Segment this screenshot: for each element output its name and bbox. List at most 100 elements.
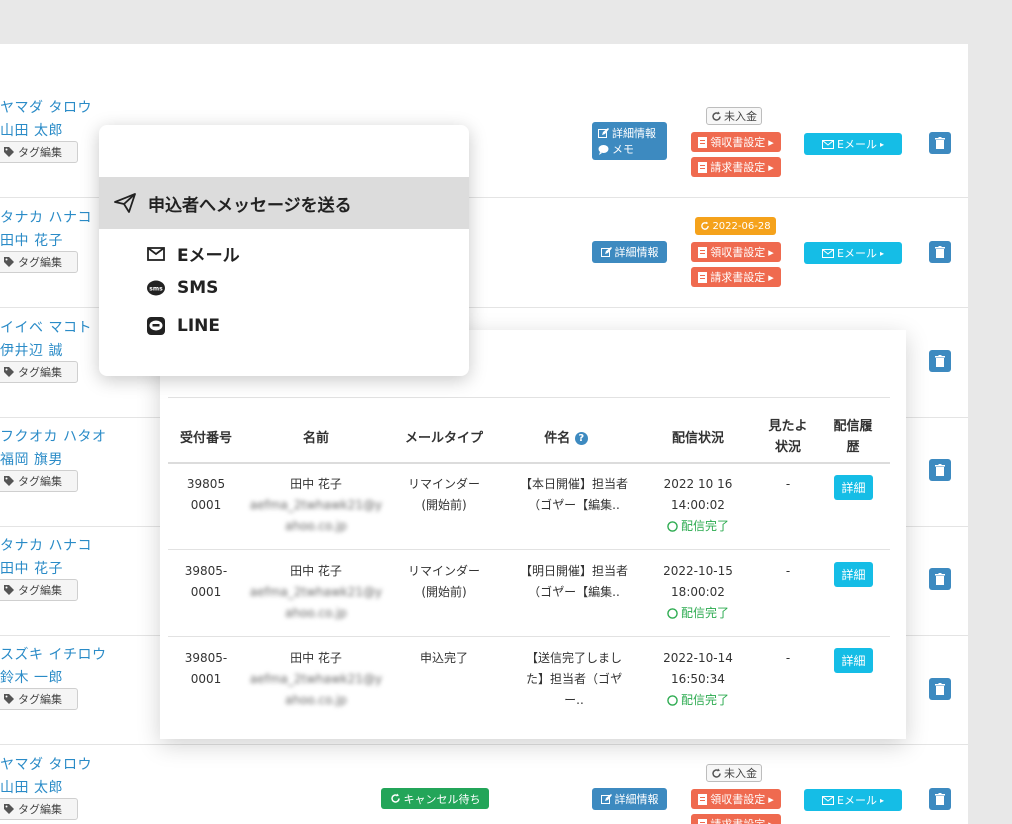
menu-header[interactable]: 申込者へメッセージを送る xyxy=(99,177,469,229)
name-kanji-link[interactable]: 田中 花子 xyxy=(0,558,63,578)
detail-button[interactable]: 詳細情報 xyxy=(592,788,667,810)
tag-icon xyxy=(3,366,15,378)
caret-right-icon: ▸ xyxy=(768,160,774,174)
document-icon xyxy=(698,136,708,148)
email-button[interactable]: Eメール ▸ xyxy=(804,242,902,264)
document-icon xyxy=(698,818,708,824)
refresh-icon xyxy=(700,221,710,231)
name-kanji-link[interactable]: 田中 花子 xyxy=(0,230,63,250)
log-subject: 【明日開催】担当者 （ゴヤ゙ー【編集.. xyxy=(519,564,628,599)
payment-date-badge: 2022-06-28 xyxy=(695,217,776,235)
menu-header-label: 申込者へメッセージを送る xyxy=(148,195,352,216)
divider xyxy=(168,549,890,550)
history-detail-button[interactable]: 詳細 xyxy=(834,475,873,500)
caret-right-icon: ▸ xyxy=(768,817,774,824)
help-icon[interactable]: ? xyxy=(574,432,588,445)
log-mail-type: リマインダー (開始前) xyxy=(407,477,480,512)
invoice-settings-button[interactable]: 請求書設定▸ xyxy=(691,157,781,177)
sms-icon: sms xyxy=(147,280,165,297)
caret-right-icon: ▸ xyxy=(768,792,774,806)
history-detail-button[interactable]: 詳細 xyxy=(834,562,873,587)
delete-button[interactable] xyxy=(929,132,951,154)
edit-icon xyxy=(600,793,612,805)
trash-icon xyxy=(935,573,945,585)
delete-button[interactable] xyxy=(929,241,951,263)
menu-item-sms[interactable]: sms SMS xyxy=(147,278,218,298)
log-subject: 【送信完了しまし た】担当者（ゴヤ゙ ー.. xyxy=(525,651,622,707)
name-kanji-link[interactable]: 山田 太郎 xyxy=(0,120,63,140)
log-seen-status: - xyxy=(785,477,791,491)
trash-icon xyxy=(935,683,945,695)
tag-icon xyxy=(3,475,15,487)
delete-button[interactable] xyxy=(929,678,951,700)
payment-status-badge: 未入金 xyxy=(706,107,762,125)
caret-right-icon: ▸ xyxy=(879,248,884,258)
email-button[interactable]: Eメール ▸ xyxy=(804,133,902,155)
caret-right-icon: ▸ xyxy=(879,795,884,805)
send-message-menu: 申込者へメッセージを送る Eメール sms SMS LINE xyxy=(99,125,469,376)
log-receipt-no: 39805 0001 xyxy=(186,477,226,512)
tag-icon xyxy=(3,803,15,815)
name-kanji-link[interactable]: 福岡 旗男 xyxy=(0,449,63,469)
tag-icon xyxy=(3,693,15,705)
menu-item-line[interactable]: LINE xyxy=(147,316,220,336)
name-kanji-link[interactable]: 伊井辺 誠 xyxy=(0,340,63,360)
name-kanji-link[interactable]: 鈴木 一郎 xyxy=(0,667,63,687)
envelope-icon xyxy=(822,795,835,805)
document-icon xyxy=(698,246,708,258)
tag-edit-button[interactable]: タグ編集 xyxy=(0,688,78,710)
caret-right-icon: ▸ xyxy=(768,245,774,259)
column-header-history: 配信履歴 xyxy=(833,419,873,455)
tag-edit-button[interactable]: タグ編集 xyxy=(0,361,78,383)
column-header-receipt-no: 受付番号 xyxy=(179,431,232,446)
column-header-seen-status: 見たよ 状況 xyxy=(768,419,808,455)
log-mail-type: 申込完了 xyxy=(419,651,468,665)
name-kana-link[interactable]: タナカ ハナコ xyxy=(0,207,92,227)
tag-edit-button[interactable]: タグ編集 xyxy=(0,798,78,820)
column-header-status: 配信状況 xyxy=(671,431,724,446)
trash-icon xyxy=(935,137,945,149)
column-header-name: 名前 xyxy=(302,431,329,446)
delete-button[interactable] xyxy=(929,459,951,481)
log-status: 2022-10-14 16:50:34 配信完了 xyxy=(663,651,733,707)
receipt-settings-button[interactable]: 領収書設定 ▸ xyxy=(691,242,781,262)
check-circle-icon xyxy=(667,695,678,706)
receipt-settings-button[interactable]: 領収書設定 ▸ xyxy=(691,132,781,152)
trash-icon xyxy=(935,355,945,367)
trash-icon xyxy=(935,246,945,258)
name-kana-link[interactable]: スズキ イチロウ xyxy=(0,644,106,664)
log-name: 田中 花子 aefma_2twhawk21@y ahoo.co.jp xyxy=(249,651,383,707)
detail-button[interactable]: 詳細情報 xyxy=(592,241,667,263)
name-kanji-link[interactable]: 山田 太郎 xyxy=(0,777,63,797)
invoice-settings-button[interactable]: 請求書設定▸ xyxy=(691,814,781,824)
caret-right-icon: ▸ xyxy=(879,139,884,149)
name-kana-link[interactable]: ヤマダ タロウ xyxy=(0,754,92,774)
name-kana-link[interactable]: タナカ ハナコ xyxy=(0,535,92,555)
history-detail-button[interactable]: 詳細 xyxy=(834,648,873,673)
check-circle-icon xyxy=(667,608,678,619)
delete-button[interactable] xyxy=(929,350,951,372)
tag-edit-button[interactable]: タグ編集 xyxy=(0,579,78,601)
detail-memo-button[interactable]: 詳細情報 メモ xyxy=(592,122,667,160)
envelope-icon xyxy=(147,246,165,261)
name-kana-link[interactable]: ヤマダ タロウ xyxy=(0,97,92,117)
trash-icon xyxy=(935,464,945,476)
divider xyxy=(168,397,890,398)
receipt-settings-button[interactable]: 領収書設定 ▸ xyxy=(691,789,781,809)
name-kana-link[interactable]: フクオカ ハタオ xyxy=(0,426,106,446)
invoice-settings-button[interactable]: 請求書設定▸ xyxy=(691,267,781,287)
email-button[interactable]: Eメール ▸ xyxy=(804,789,902,811)
refresh-icon xyxy=(711,111,722,122)
menu-item-email[interactable]: Eメール xyxy=(147,241,240,266)
log-seen-status: - xyxy=(785,651,791,665)
tag-edit-button[interactable]: タグ編集 xyxy=(0,251,78,273)
log-status: 2022 10 16 14:00:02 配信完了 xyxy=(663,477,733,533)
comment-icon xyxy=(598,144,609,155)
tag-edit-button[interactable]: タグ編集 xyxy=(0,470,78,492)
name-kana-link[interactable]: イイベ マコト xyxy=(0,317,92,337)
log-mail-type: リマインダー (開始前) xyxy=(407,564,480,599)
delete-button[interactable] xyxy=(929,568,951,590)
log-status: 2022-10-15 18:00:02 配信完了 xyxy=(663,564,733,620)
tag-edit-button[interactable]: タグ編集 xyxy=(0,141,78,163)
delete-button[interactable] xyxy=(929,788,951,810)
